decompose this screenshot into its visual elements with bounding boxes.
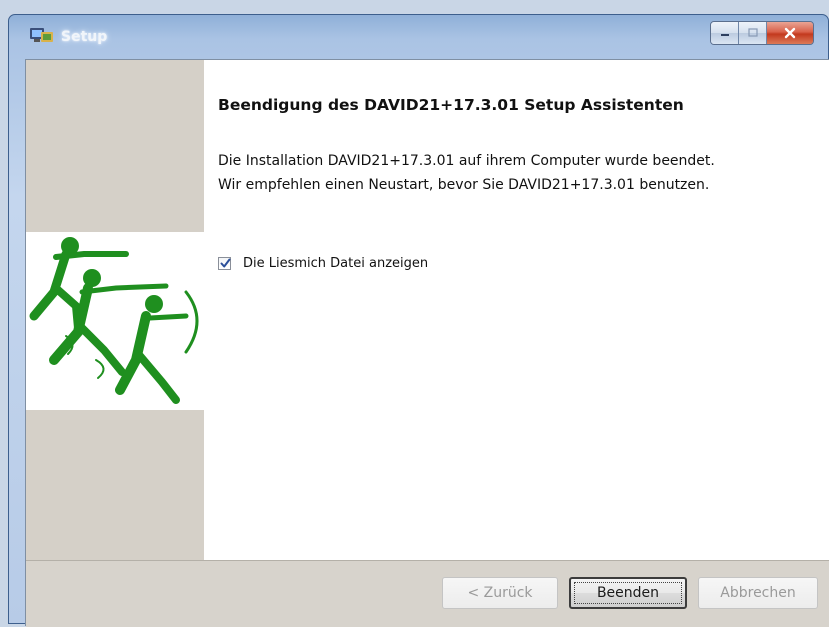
close-button[interactable] <box>767 22 813 44</box>
close-icon <box>784 27 796 39</box>
finish-button[interactable]: Beenden <box>569 577 687 609</box>
minimize-button[interactable] <box>711 22 739 44</box>
readme-checkbox-label[interactable]: Die Liesmich Datei anzeigen <box>243 256 428 271</box>
back-button[interactable]: < Zurück <box>442 577 558 609</box>
readme-checkbox[interactable] <box>218 257 231 270</box>
side-panel <box>26 60 204 560</box>
content-panel: Beendigung des DAVID21+17.3.01 Setup Ass… <box>204 60 829 560</box>
info-text: Die Installation DAVID21+17.3.01 auf ihr… <box>218 149 828 197</box>
minimize-icon <box>720 34 729 36</box>
info-line-1: Die Installation DAVID21+17.3.01 auf ihr… <box>218 153 715 169</box>
title-bar[interactable]: Setup <box>9 15 828 55</box>
window-title: Setup <box>61 29 108 45</box>
setup-app-icon <box>29 25 55 45</box>
window-controls <box>710 21 814 45</box>
readme-checkbox-row[interactable]: Die Liesmich Datei anzeigen <box>218 256 428 271</box>
page-title: Beendigung des DAVID21+17.3.01 Setup Ass… <box>218 96 684 114</box>
setup-window: Setup Beendigung des DAVID21+17.3.01 Set… <box>8 14 829 627</box>
info-line-2: Wir empfehlen einen Neustart, bevor Sie … <box>218 177 710 193</box>
maximize-button[interactable] <box>739 22 767 44</box>
button-bar: < Zurück Beenden Abbrechen <box>26 560 829 627</box>
cancel-button-label: Abbrechen <box>720 585 796 601</box>
back-button-label: < Zurück <box>467 585 533 601</box>
archers-logo-icon <box>29 237 199 404</box>
dialog-client-area: Beendigung des DAVID21+17.3.01 Setup Ass… <box>25 59 829 627</box>
cancel-button[interactable]: Abbrechen <box>698 577 818 609</box>
checkmark-icon <box>220 258 231 268</box>
logo-area <box>26 232 204 410</box>
maximize-icon <box>747 28 758 37</box>
focus-rectangle <box>574 582 682 604</box>
